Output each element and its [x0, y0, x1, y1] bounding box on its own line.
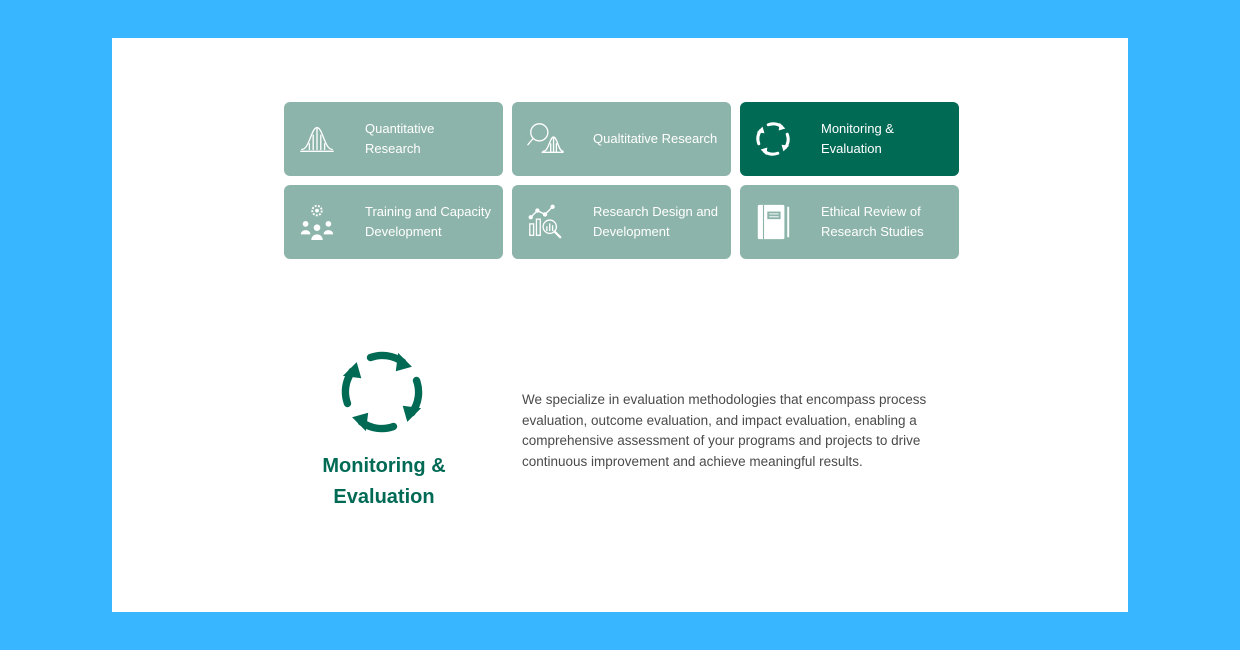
services-grid: Quantitative Research Qualtitative Resea… — [284, 102, 960, 259]
cycle-arrows-icon — [753, 119, 793, 159]
team-gear-icon — [297, 202, 337, 242]
analytics-magnifier-icon — [525, 202, 565, 242]
bell-curve-icon — [297, 119, 337, 159]
service-card-label: Research Design and Development — [593, 204, 719, 239]
service-card-qualitative-research[interactable]: Qualtitative Research — [512, 102, 731, 176]
service-card-ethical-review[interactable]: Ethical Review of Research Studies — [740, 185, 959, 259]
magnifier-curve-icon — [525, 119, 565, 159]
service-card-monitoring-evaluation[interactable]: Monitoring & Evaluation — [740, 102, 959, 176]
service-card-label: Qualtitative Research — [593, 131, 718, 146]
service-card-label: Training and Capacity Development — [365, 204, 491, 239]
content-panel: Quantitative Research Qualtitative Resea… — [112, 38, 1128, 612]
service-card-label: Ethical Review of Research Studies — [821, 204, 924, 239]
detail-title: Monitoring & Evaluation — [322, 455, 446, 508]
service-card-label: Quantitative Research — [365, 121, 435, 156]
service-card-research-design[interactable]: Research Design and Development — [512, 185, 731, 259]
service-card-quantitative-research[interactable]: Quantitative Research — [284, 102, 503, 176]
service-card-training-capacity[interactable]: Training and Capacity Development — [284, 185, 503, 259]
notebook-icon — [753, 202, 793, 242]
service-card-label: Monitoring & Evaluation — [821, 121, 894, 156]
detail-description: We specialize in evaluation methodologie… — [522, 392, 927, 469]
cycle-arrows-icon — [336, 346, 428, 438]
